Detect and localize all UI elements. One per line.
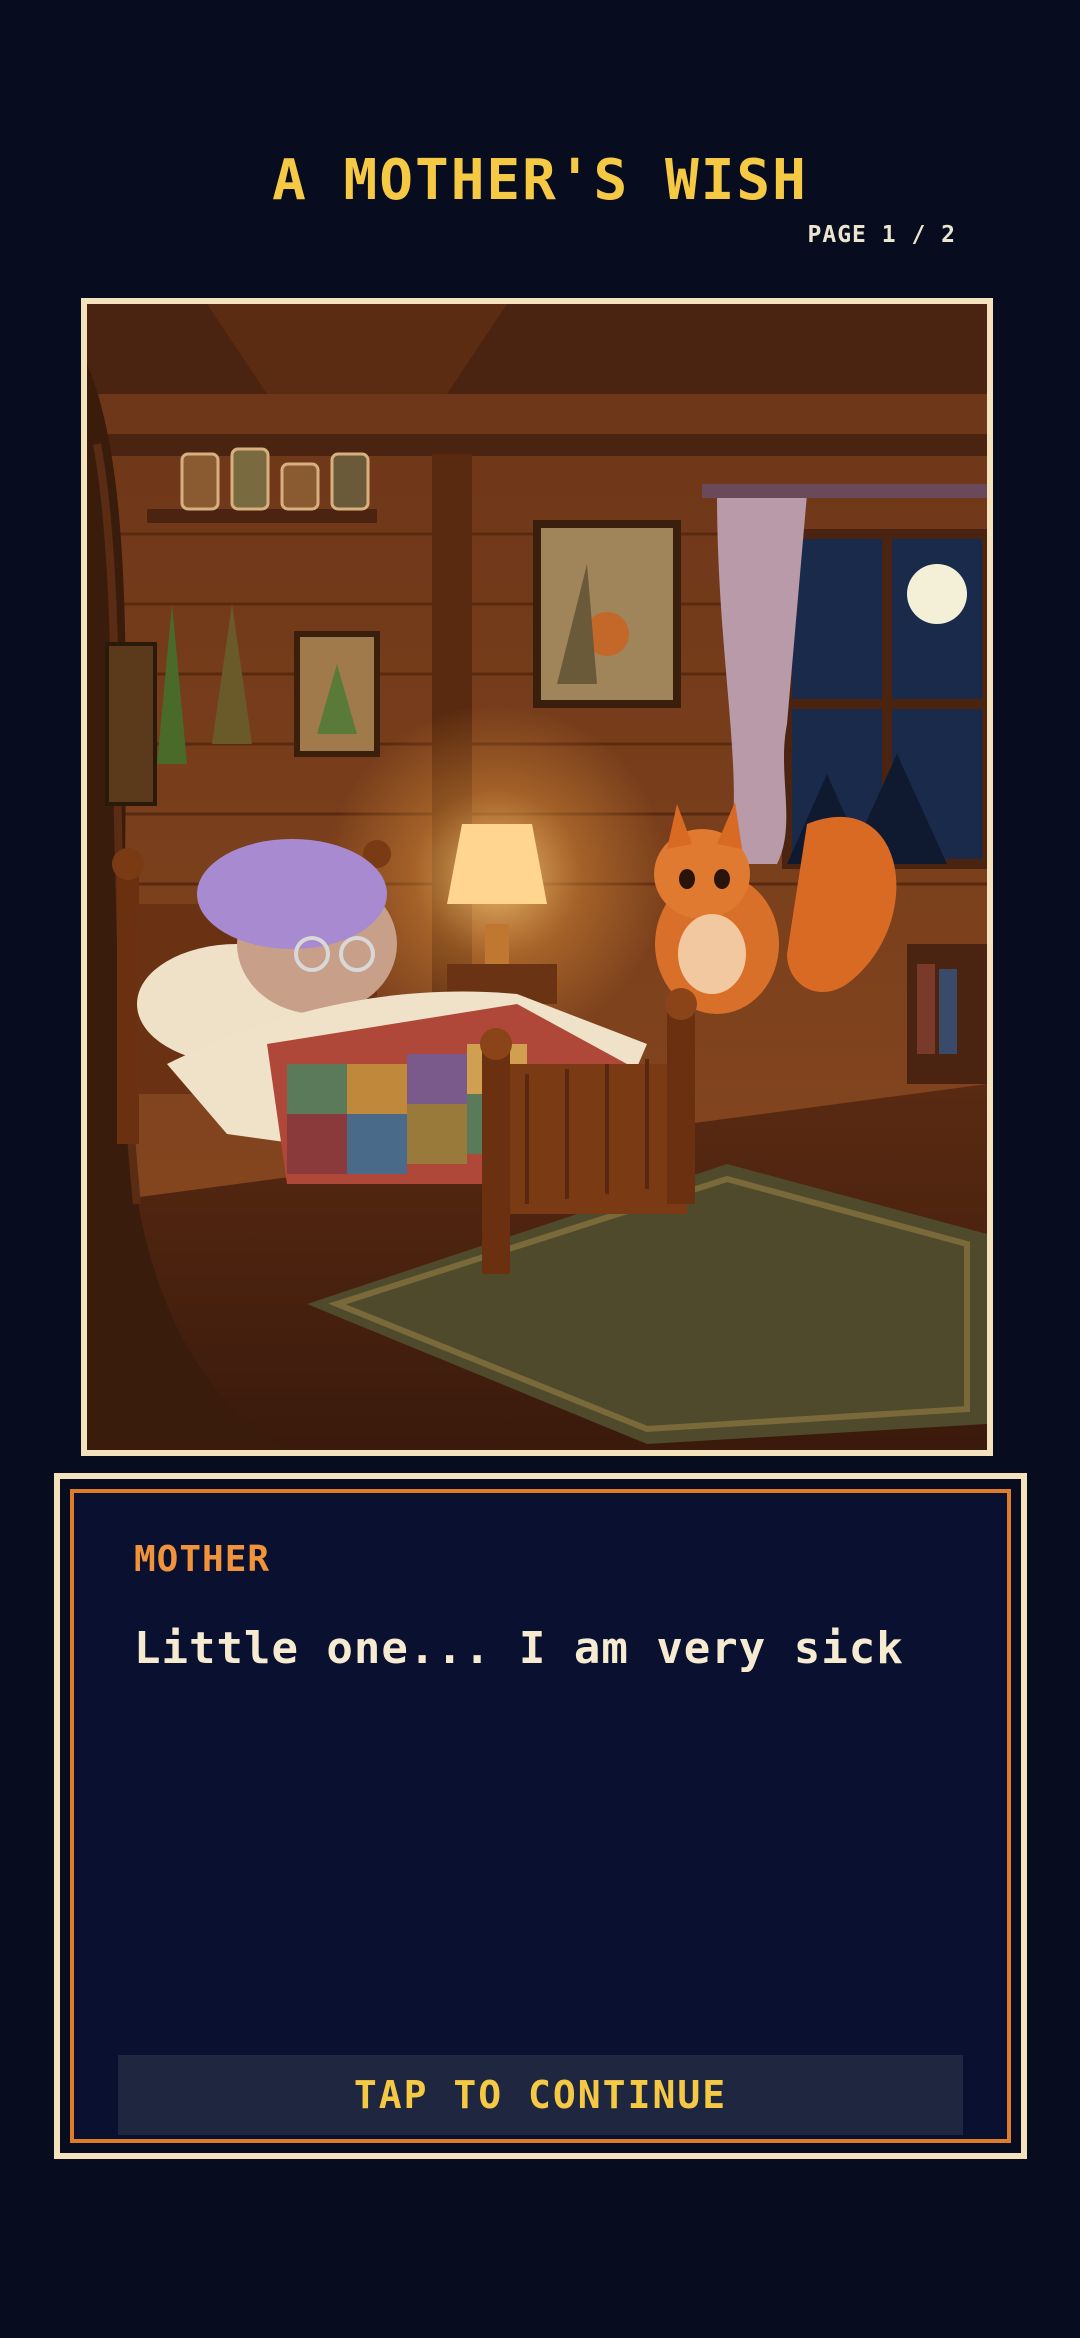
page-indicator: PAGE 1 / 2 [807,222,956,248]
dialog-text: Little one... I am very sick [134,1623,904,1674]
cabin-bedroom-illustration [87,304,987,1450]
speaker-name: MOTHER [134,1539,271,1580]
dialog-box[interactable]: MOTHER Little one... I am very sick TAP … [54,1473,1027,2159]
tap-to-continue-button[interactable]: TAP TO CONTINUE [118,2055,963,2135]
scene-illustration [81,298,993,1456]
story-title: A MOTHER'S WISH [272,148,808,213]
dialog-inner-border: MOTHER Little one... I am very sick TAP … [70,1489,1011,2143]
